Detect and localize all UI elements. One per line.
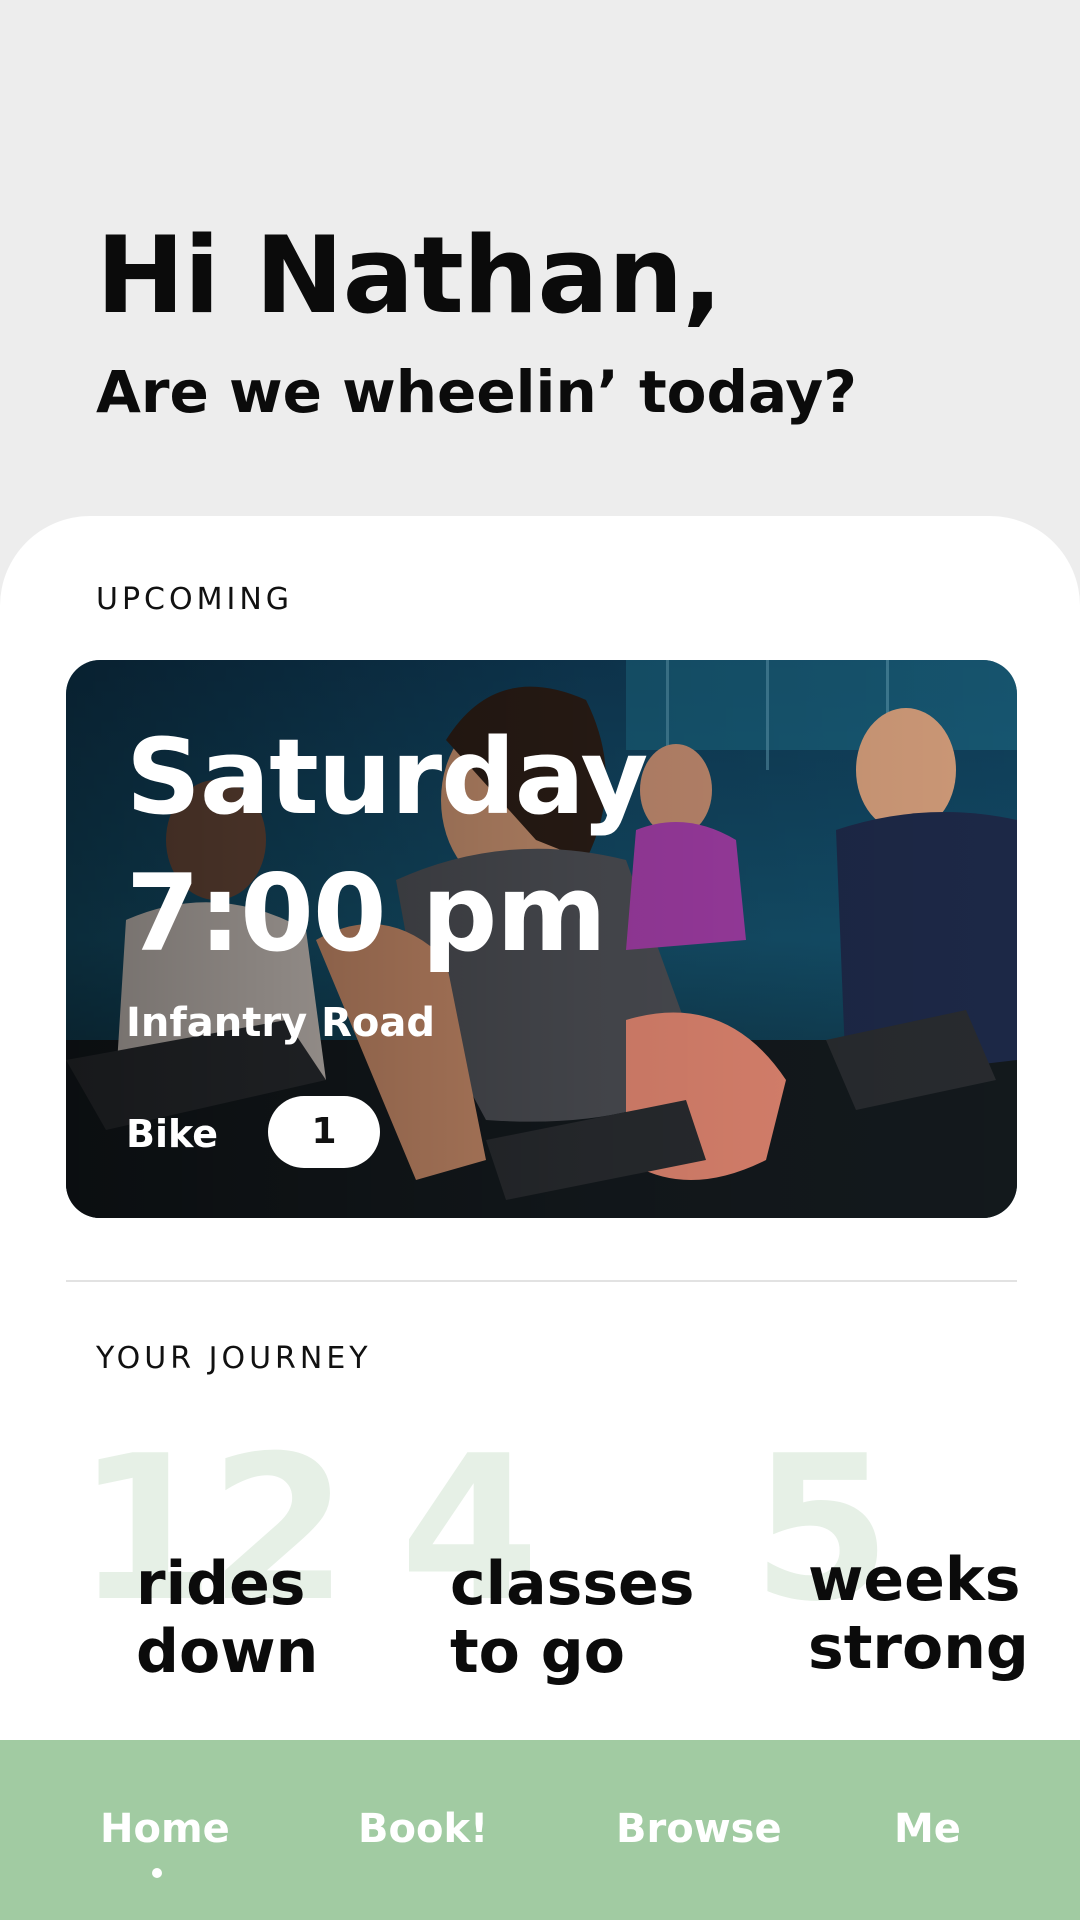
bottom-nav: Home Book! Browse Me [0, 1740, 1080, 1920]
stat-classes-label-line2: to go [450, 1617, 625, 1687]
nav-item-book[interactable]: Book! [358, 1806, 488, 1852]
stat-rides-label-line1: rides [136, 1549, 306, 1619]
nav-item-me[interactable]: Me [894, 1806, 961, 1852]
stat-classes-label-line1: classes [450, 1549, 695, 1619]
stat-weeks-label: weeks strong [808, 1546, 1029, 1682]
stat-weeks: 5 weeks strong [752, 1430, 1052, 1690]
stat-classes-label: classes to go [450, 1550, 694, 1686]
section-divider [66, 1280, 1017, 1282]
nav-item-home[interactable]: Home [100, 1806, 230, 1852]
class-location: Infantry Road [126, 1000, 435, 1046]
upcoming-section-label: UPCOMING [96, 582, 294, 617]
bike-number-badge: 1 [268, 1096, 380, 1168]
stat-rides-label: rides down [136, 1550, 318, 1686]
journey-section-label: YOUR JOURNEY [96, 1341, 372, 1376]
greeting-title: Hi Nathan, [96, 214, 723, 337]
class-time: 7:00 pm [126, 852, 607, 975]
stat-weeks-label-line1: weeks [808, 1545, 1021, 1615]
greeting-subtitle: Are we wheelin’ today? [96, 358, 857, 426]
home-screen: Hi Nathan, Are we wheelin’ today? UPCOMI… [0, 0, 1080, 1920]
stat-classes: 4 classes to go [400, 1430, 700, 1690]
stat-rides-label-line2: down [136, 1617, 319, 1687]
stat-rides: 12 rides down [76, 1430, 348, 1690]
nav-active-indicator [152, 1868, 162, 1878]
bike-label: Bike [126, 1112, 219, 1156]
stat-weeks-label-line2: strong [808, 1613, 1029, 1683]
nav-item-browse[interactable]: Browse [616, 1806, 782, 1852]
upcoming-class-card[interactable]: Saturday 7:00 pm Infantry Road Bike 1 [66, 660, 1017, 1218]
class-day: Saturday [126, 716, 648, 838]
